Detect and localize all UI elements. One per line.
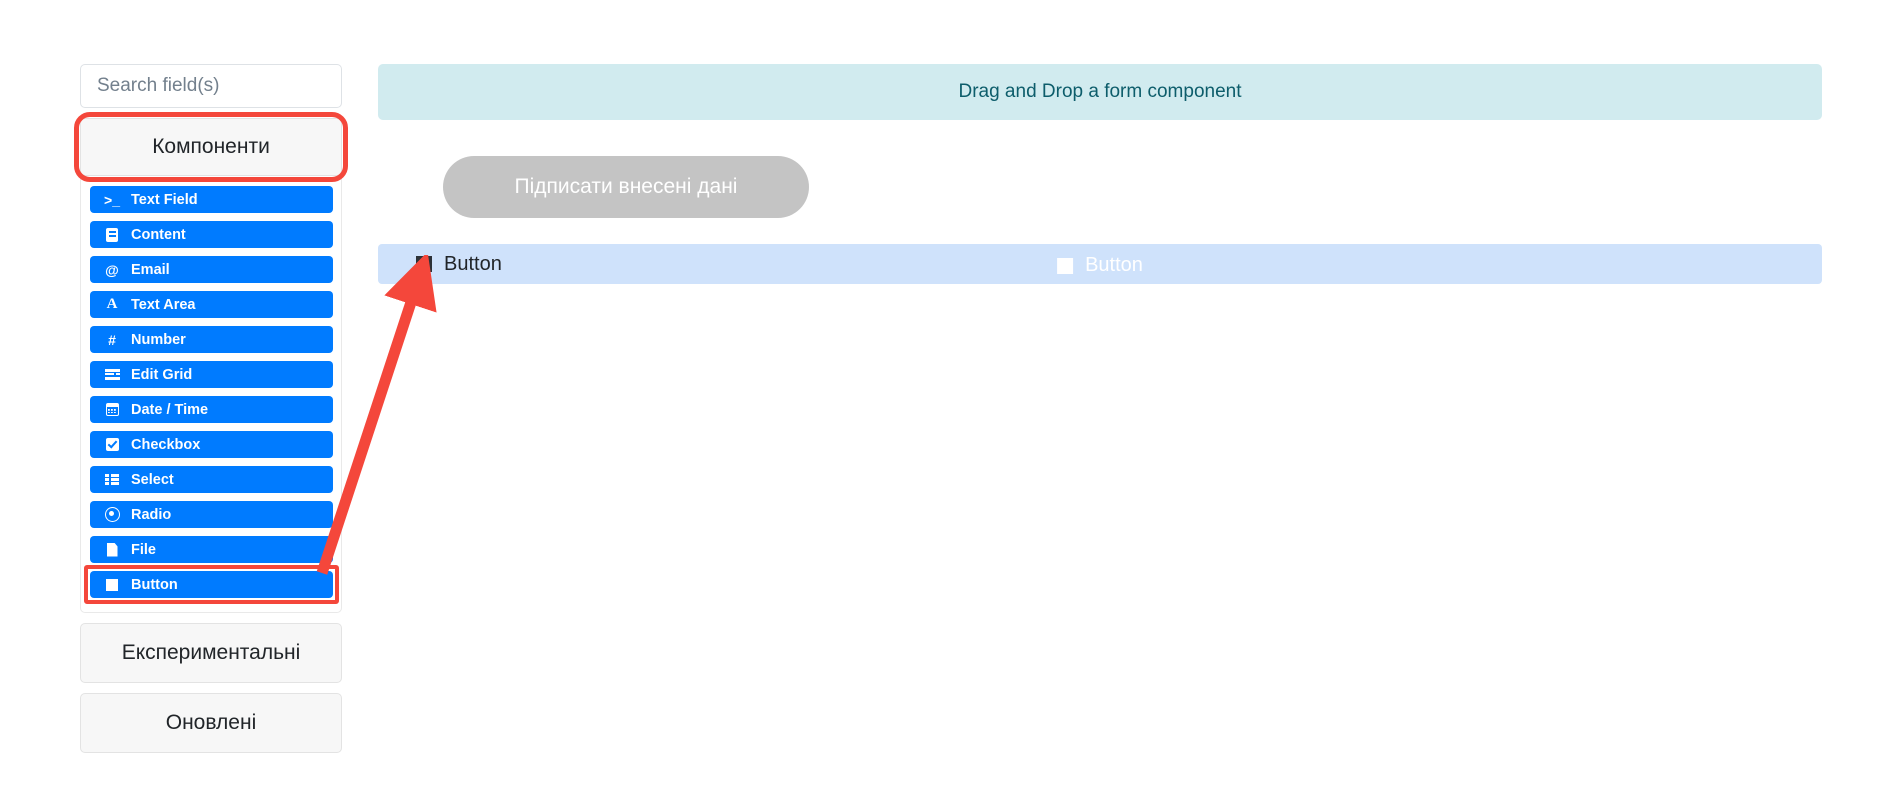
components-sidebar: Компоненти >_ Text Field Content @ Email… — [74, 64, 348, 753]
component-item-label: Radio — [131, 506, 172, 523]
component-item-label: Email — [131, 261, 170, 278]
components-accordion: Компоненти >_ Text Field Content @ Email… — [74, 112, 348, 753]
sidebar-section-components-label: Компоненти — [152, 135, 270, 158]
component-item-label: Content — [131, 226, 186, 243]
component-item-label: Checkbox — [131, 436, 201, 453]
component-item-content[interactable]: Content — [90, 221, 333, 248]
sidebar-section-updated[interactable]: Оновлені — [80, 693, 342, 753]
drag-ghost-item: Button — [1057, 254, 1143, 277]
component-item-email[interactable]: @ Email — [90, 256, 333, 283]
app-root: Компоненти >_ Text Field Content @ Email… — [0, 0, 1897, 794]
square-icon — [102, 578, 122, 591]
component-item-number[interactable]: # Number — [90, 326, 333, 353]
terminal-prompt-icon: >_ — [104, 191, 120, 208]
sidebar-section-components[interactable]: Компоненти — [74, 112, 348, 182]
content-icon — [102, 227, 122, 242]
sidebar-section-experimental[interactable]: Експериментальні — [80, 623, 342, 683]
component-item-label: Number — [131, 331, 186, 348]
sidebar-section-experimental-label: Експериментальні — [121, 641, 301, 664]
component-item-label: Text Area — [131, 296, 196, 313]
list-icon — [102, 474, 122, 485]
form-component-row[interactable]: Button Button — [378, 244, 1822, 284]
grid-icon — [102, 369, 122, 380]
hash-icon: # — [108, 331, 116, 348]
form-row-left-label: Button — [444, 252, 502, 275]
square-icon — [416, 256, 432, 272]
sidebar-section-updated-label: Оновлені — [165, 711, 257, 734]
component-item-file[interactable]: File — [90, 536, 333, 563]
component-item-checkbox[interactable]: Checkbox — [90, 431, 333, 458]
checkbox-icon — [102, 438, 122, 451]
component-item-label: Select — [131, 471, 174, 488]
at-sign-icon: @ — [105, 261, 119, 278]
drag-ghost-label: Button — [1085, 254, 1143, 276]
component-item-button[interactable]: Button — [84, 565, 339, 604]
dropzone[interactable]: Drag and Drop a form component — [378, 64, 1822, 120]
component-item-label: Edit Grid — [131, 366, 193, 383]
component-item-edit-grid[interactable]: Edit Grid — [90, 361, 333, 388]
form-builder-canvas: Drag and Drop a form component Підписати… — [378, 64, 1822, 284]
component-item-radio[interactable]: Radio — [90, 501, 333, 528]
component-item-label: Text Field — [131, 191, 198, 208]
component-item-text-field[interactable]: >_ Text Field — [90, 186, 333, 213]
component-item-date-time[interactable]: Date / Time — [90, 396, 333, 423]
component-item-label: Date / Time — [131, 401, 209, 418]
dropzone-label: Drag and Drop a form component — [958, 81, 1242, 102]
components-list: >_ Text Field Content @ Email A Text Are… — [80, 176, 342, 613]
form-row-left-item[interactable]: Button — [416, 253, 502, 276]
component-item-label: Button — [131, 576, 178, 593]
search-input[interactable] — [80, 64, 342, 108]
calendar-icon — [102, 403, 122, 416]
radio-icon — [102, 507, 122, 522]
square-icon — [1057, 257, 1074, 274]
letter-a-icon: A — [106, 296, 118, 312]
component-item-text-area[interactable]: A Text Area — [90, 291, 333, 318]
file-icon — [102, 542, 122, 557]
component-item-select[interactable]: Select — [90, 466, 333, 493]
component-item-label: File — [131, 541, 156, 558]
sign-data-button[interactable]: Підписати внесені дані — [443, 156, 809, 218]
